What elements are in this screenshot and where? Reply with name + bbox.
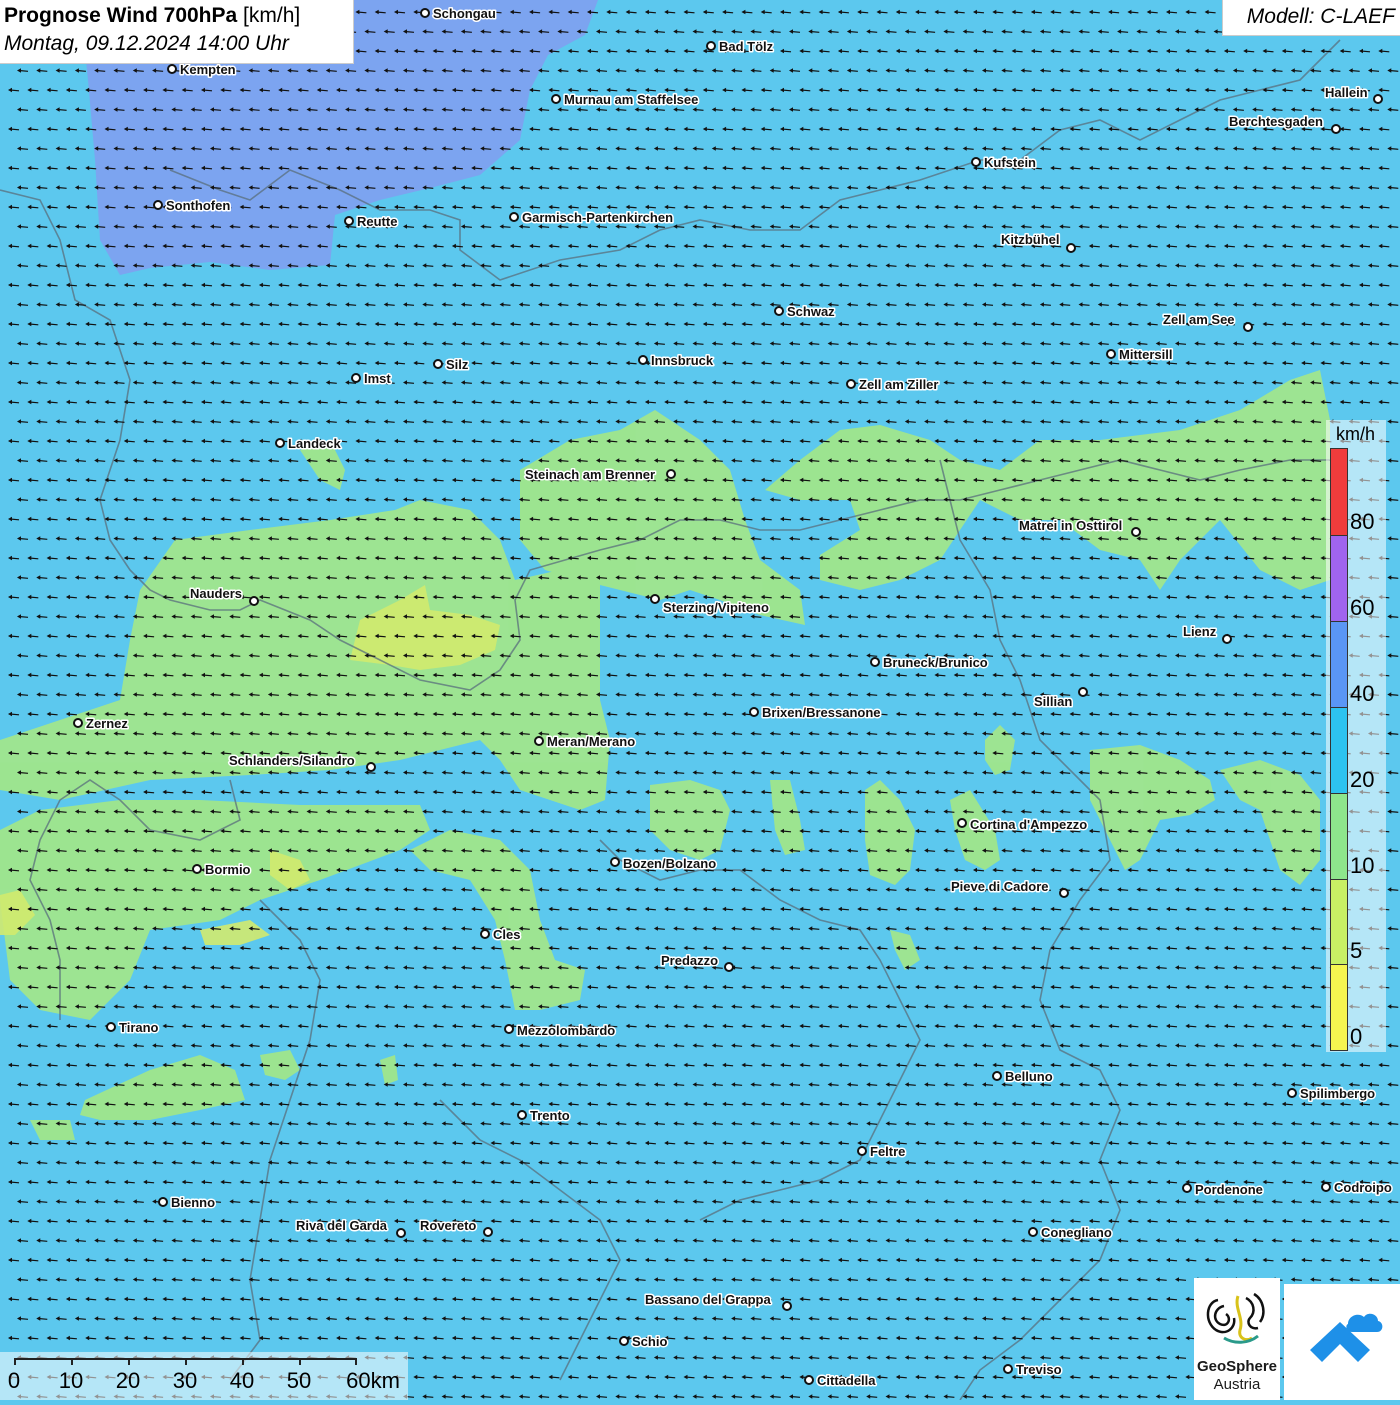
wind-map[interactable]: Schongau Bad Tölz Kempten Murnau am Staf… (0, 0, 1400, 1400)
